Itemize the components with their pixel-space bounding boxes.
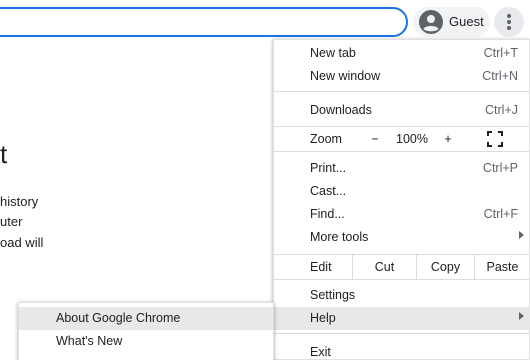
dot-icon xyxy=(507,20,511,24)
menu-item-label: Print... xyxy=(310,161,347,175)
copy-button[interactable]: Copy xyxy=(416,255,474,279)
menu-item-print[interactable]: Print... Ctrl+P xyxy=(274,157,530,180)
dot-icon xyxy=(507,26,511,30)
page-text-line: uter xyxy=(0,214,23,229)
menu-item-shortcut: Ctrl+N xyxy=(482,69,518,83)
menu-item-more-tools[interactable]: More tools xyxy=(274,226,530,249)
menu-item-downloads[interactable]: Downloads Ctrl+J xyxy=(274,99,530,122)
page-text-line: history xyxy=(0,194,39,209)
fullscreen-icon[interactable] xyxy=(487,131,503,147)
menu-item-label: Help xyxy=(310,311,336,325)
menu-item-label: New tab xyxy=(310,46,356,60)
help-submenu: About Google Chrome What's New xyxy=(18,302,274,360)
menu-item-cast[interactable]: Cast... xyxy=(274,180,530,203)
submenu-item-label: What's New xyxy=(56,334,123,348)
more-menu-button[interactable] xyxy=(494,7,524,37)
menu-item-shortcut: Ctrl+J xyxy=(485,103,518,117)
menu-item-exit[interactable]: Exit xyxy=(274,341,530,360)
menu-item-shortcut: Ctrl+T xyxy=(483,46,518,60)
profile-label: Guest xyxy=(449,14,484,29)
zoom-label: Zoom xyxy=(310,132,342,146)
zoom-in-button[interactable]: + xyxy=(437,128,459,150)
menu-item-label: More tools xyxy=(310,230,369,244)
chrome-main-menu: New tab Ctrl+T New window Ctrl+N Downloa… xyxy=(273,39,530,360)
menu-item-label: Exit xyxy=(310,345,331,359)
submenu-item-about-chrome[interactable]: About Google Chrome xyxy=(19,307,273,330)
dot-icon xyxy=(507,14,511,18)
profile-button[interactable]: Guest xyxy=(413,7,490,37)
submenu-arrow-icon xyxy=(519,231,524,239)
browser-toolbar: Guest xyxy=(0,0,530,42)
menu-separator xyxy=(274,151,530,152)
menu-item-find[interactable]: Find... Ctrl+F xyxy=(274,203,530,226)
edit-label: Edit xyxy=(310,260,332,274)
menu-item-settings[interactable]: Settings xyxy=(274,284,530,307)
menu-item-label: Find... xyxy=(310,207,345,221)
page-heading: t xyxy=(0,139,8,169)
menu-item-label: New window xyxy=(310,69,381,83)
menu-item-shortcut: Ctrl+F xyxy=(483,207,518,221)
menu-item-help[interactable]: Help xyxy=(274,307,530,330)
menu-item-shortcut: Ctrl+P xyxy=(482,161,518,175)
menu-item-new-tab[interactable]: New tab Ctrl+T xyxy=(274,42,530,65)
account-icon xyxy=(419,10,443,34)
menu-separator xyxy=(274,91,530,92)
submenu-item-whats-new[interactable]: What's New xyxy=(19,330,273,353)
submenu-arrow-icon xyxy=(519,312,524,320)
edit-row: Edit Cut Copy Paste xyxy=(274,255,530,279)
zoom-out-button[interactable]: − xyxy=(364,128,386,150)
page-text-line: oad will xyxy=(0,235,44,250)
menu-separator xyxy=(274,279,530,280)
menu-item-label: Cast... xyxy=(310,184,347,198)
paste-button[interactable]: Paste xyxy=(474,255,530,279)
cut-button[interactable]: Cut xyxy=(352,255,416,279)
menu-item-label: Settings xyxy=(310,288,356,302)
menu-item-new-window[interactable]: New window Ctrl+N xyxy=(274,65,530,88)
address-bar[interactable] xyxy=(0,7,408,37)
menu-separator xyxy=(274,333,530,334)
submenu-item-label: About Google Chrome xyxy=(56,311,181,325)
menu-item-label: Downloads xyxy=(310,103,372,117)
zoom-level: 100% xyxy=(396,132,428,146)
zoom-row: Zoom − 100% + xyxy=(274,127,530,151)
